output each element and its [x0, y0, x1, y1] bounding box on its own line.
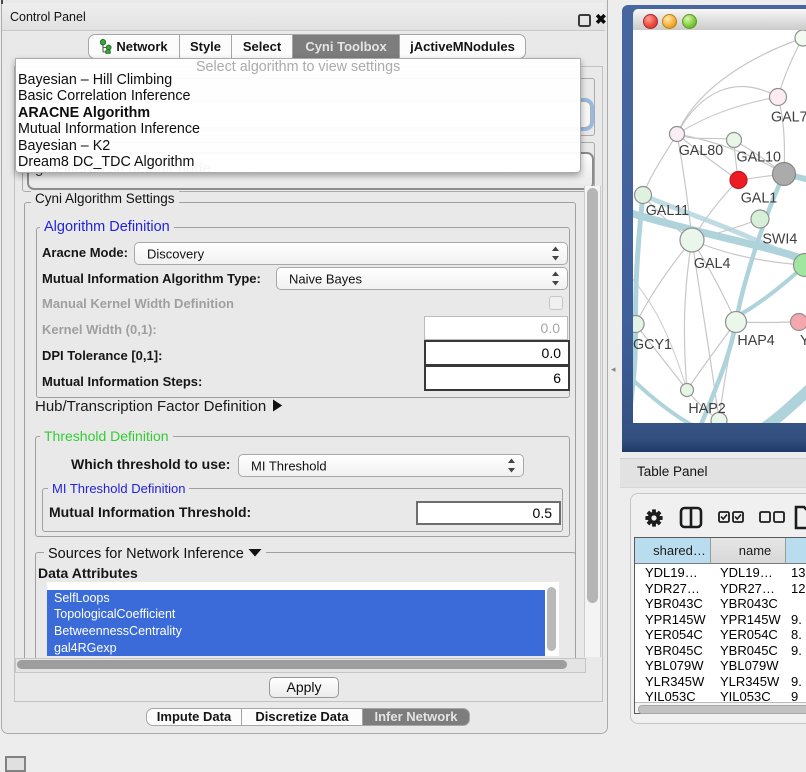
- svg-text:GCY1: GCY1: [633, 337, 672, 353]
- svg-text:GAL7: GAL7: [771, 110, 806, 126]
- svg-text:GAL10: GAL10: [737, 150, 782, 166]
- svg-text:GAL11: GAL11: [646, 203, 689, 219]
- svg-text:GAL1: GAL1: [741, 191, 778, 207]
- svg-text:GAL4: GAL4: [694, 256, 731, 272]
- svg-text:Y: Y: [800, 333, 806, 349]
- svg-text:GAL80: GAL80: [679, 143, 724, 159]
- svg-text:HAP4: HAP4: [737, 333, 774, 349]
- svg-text:HAP2: HAP2: [688, 401, 725, 417]
- svg-text:SWI4: SWI4: [762, 232, 797, 248]
